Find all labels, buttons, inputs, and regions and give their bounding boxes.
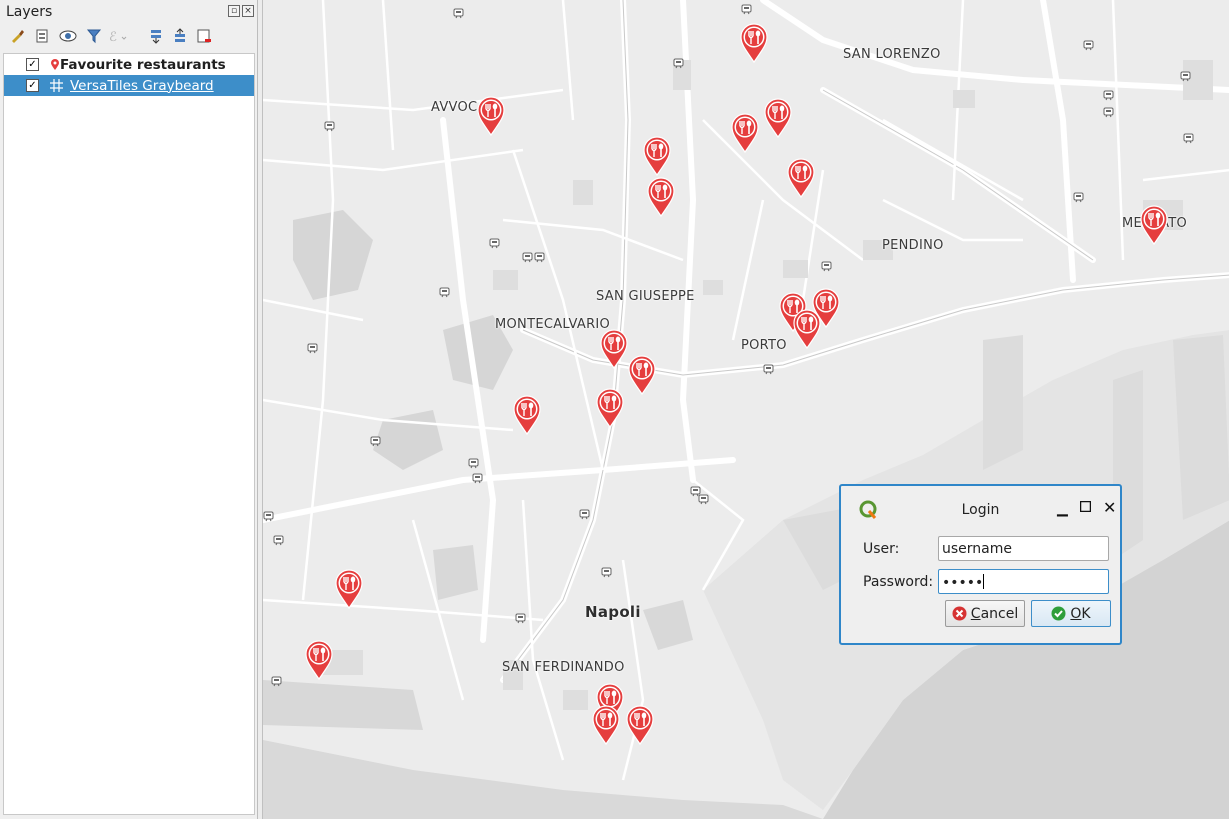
train-station-icon <box>579 509 590 520</box>
train-station-icon <box>1073 192 1084 203</box>
ok-button[interactable]: OK <box>1031 600 1111 627</box>
cancel-label: ancel <box>980 605 1019 622</box>
close-button[interactable]: ✕ <box>1103 498 1116 517</box>
layer-visibility-checkbox[interactable]: ✓ <box>26 79 39 92</box>
train-station-icon <box>263 511 274 522</box>
city-label: Napoli <box>585 603 641 621</box>
remove-layer-icon[interactable] <box>194 26 214 46</box>
minimize-button[interactable]: ▁ <box>1057 501 1068 517</box>
restaurant-pin-icon[interactable] <box>628 355 656 395</box>
train-station-icon <box>1180 71 1191 82</box>
filter-legend-icon[interactable] <box>84 26 104 46</box>
train-station-icon <box>472 473 483 484</box>
restaurant-pin-icon[interactable] <box>787 158 815 198</box>
layers-toolbar: ℰ <box>4 26 254 48</box>
dialog-title: Login <box>961 502 1000 518</box>
password-field[interactable]: ••••• <box>938 569 1109 594</box>
user-field[interactable] <box>938 536 1109 561</box>
restaurant-pin-icon[interactable] <box>764 98 792 138</box>
add-group-icon[interactable] <box>32 26 52 46</box>
login-dialog: Login ▁ ✕ User: Password: ••••• Cancel O… <box>839 484 1122 645</box>
float-panel-button[interactable]: ▫ <box>228 5 240 17</box>
train-station-icon <box>307 343 318 354</box>
text-cursor <box>983 574 985 589</box>
restaurant-pin-icon[interactable] <box>793 309 821 349</box>
train-station-icon <box>821 261 832 272</box>
restaurant-pin-icon[interactable] <box>596 388 624 428</box>
place-label: PORTO <box>741 338 787 353</box>
restaurant-pin-icon[interactable] <box>740 23 768 63</box>
train-station-icon <box>468 458 479 469</box>
restaurant-pin-icon[interactable] <box>477 96 505 136</box>
train-station-icon <box>515 613 526 624</box>
place-label: MONTECALVARIO <box>495 317 611 332</box>
train-station-icon <box>453 8 464 19</box>
panel-title: Layers <box>6 4 53 20</box>
train-station-icon <box>1103 90 1114 101</box>
maximize-button[interactable] <box>1079 500 1092 516</box>
map-canvas[interactable]: SAN LORENZO AVVOCATA MERCATO PENDINO SAN… <box>262 0 1229 819</box>
train-station-icon <box>601 567 612 578</box>
password-label: Password: <box>863 574 934 590</box>
restaurant-pin-icon[interactable] <box>305 640 333 680</box>
layer-visibility-checkbox[interactable]: ✓ <box>26 58 39 71</box>
train-station-icon <box>273 535 284 546</box>
style-manager-icon[interactable] <box>8 26 28 46</box>
layer-tree: ✓ Favourite restaurants ✓ VersaTiles Gra… <box>3 53 255 815</box>
layer-label: Favourite restaurants <box>60 56 226 73</box>
password-mask: ••••• <box>942 575 984 591</box>
cancel-icon <box>952 606 967 621</box>
restaurant-pin-icon[interactable] <box>1140 205 1168 245</box>
cancel-accelerator: C <box>970 605 981 622</box>
train-station-icon <box>1083 40 1094 51</box>
train-station-icon <box>741 4 752 15</box>
ok-accelerator: O <box>1070 605 1082 622</box>
close-panel-button[interactable]: × <box>242 5 254 17</box>
layer-label: VersaTiles Graybeard <box>70 77 214 94</box>
restaurant-pin-icon[interactable] <box>600 329 628 369</box>
train-station-icon <box>324 121 335 132</box>
restaurant-pin-icon[interactable] <box>335 569 363 609</box>
restaurant-pin-icon[interactable] <box>513 395 541 435</box>
place-label: PENDINO <box>882 238 944 253</box>
cancel-button[interactable]: Cancel <box>945 600 1025 627</box>
train-station-icon <box>439 287 450 298</box>
train-station-icon <box>370 436 381 447</box>
train-station-icon <box>673 58 684 69</box>
restaurant-pin-icon[interactable] <box>647 177 675 217</box>
user-label: User: <box>863 541 900 557</box>
train-station-icon <box>698 494 709 505</box>
svg-text:ℰ: ℰ <box>109 30 117 44</box>
ok-label: K <box>1081 605 1091 622</box>
restaurant-pin-icon[interactable] <box>731 113 759 153</box>
layer-row-favourite-restaurants[interactable]: ✓ Favourite restaurants <box>4 54 254 75</box>
restaurant-pin-icon[interactable] <box>643 136 671 176</box>
place-label: SAN GIUSEPPE <box>596 289 695 304</box>
train-station-icon <box>1183 133 1194 144</box>
layers-panel: Layers ▫ × ℰ ✓ Favourite restaurants ✓ V… <box>0 0 258 819</box>
train-station-icon <box>763 364 774 375</box>
collapse-all-icon[interactable] <box>170 26 190 46</box>
train-station-icon <box>271 676 282 687</box>
train-station-icon <box>1103 107 1114 118</box>
train-station-icon <box>522 252 533 263</box>
place-label: SAN FERDINANDO <box>502 660 625 675</box>
filter-expression-icon[interactable]: ℰ <box>108 26 128 46</box>
restaurant-pin-icon[interactable] <box>626 705 654 745</box>
check-icon <box>1051 606 1066 621</box>
train-station-icon <box>489 238 500 249</box>
place-label: SAN LORENZO <box>843 47 941 62</box>
restaurant-pin-icon[interactable] <box>592 705 620 745</box>
vector-tile-layer-icon <box>49 79 63 93</box>
visibility-icon[interactable] <box>58 26 78 46</box>
train-station-icon <box>534 252 545 263</box>
layer-row-versatiles-graybeard[interactable]: ✓ VersaTiles Graybeard <box>4 75 254 96</box>
expand-all-icon[interactable] <box>146 26 166 46</box>
